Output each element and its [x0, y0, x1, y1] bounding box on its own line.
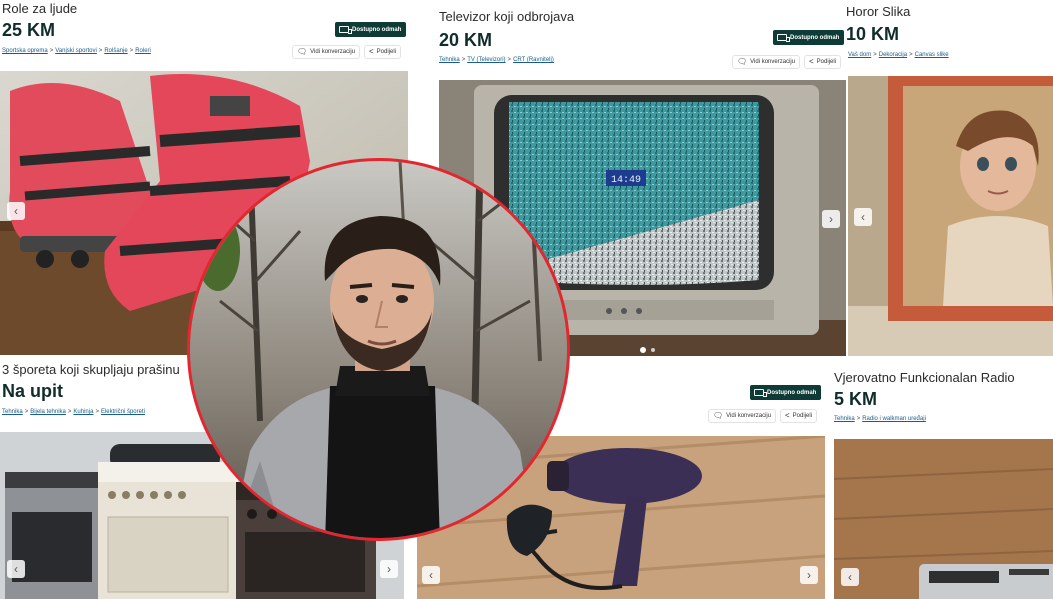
availability-badge: Dostupno odmah — [750, 385, 822, 400]
tv-screen-text: 14:49 — [611, 175, 641, 186]
listing-photo[interactable]: ‹ — [834, 439, 1053, 599]
listing-price: 20 KM — [439, 30, 493, 50]
breadcrumb: Tehnika > Radio i walkman uređaji — [834, 416, 926, 422]
chevron-left-icon[interactable]: ‹ — [841, 568, 859, 586]
view-conversation-button[interactable]: 🗨 Vidi konverzaciju — [708, 409, 777, 423]
portrait-photo — [187, 158, 570, 541]
breadcrumb: Sportska oprema > Vanjski sportovi > Rolšanj… — [2, 48, 151, 54]
breadcrumb-item[interactable]: Rolšanje — [104, 48, 127, 54]
breadcrumb-item[interactable]: Bijela tehnika — [30, 409, 66, 415]
listing-price: 5 KM — [834, 389, 878, 409]
listing-title[interactable]: 3 šporeta koji skupljaju prašinu — [2, 362, 180, 377]
share-icon: < — [785, 411, 790, 420]
chevron-left-icon[interactable]: ‹ — [422, 566, 440, 584]
truck-icon — [339, 26, 352, 34]
truck-icon — [777, 34, 790, 42]
share-button[interactable]: < Podijeli — [804, 55, 842, 69]
chevron-right-icon[interactable]: › — [822, 210, 840, 228]
breadcrumb-item[interactable]: Dekoracija — [879, 52, 907, 58]
breadcrumb-item[interactable]: Električni šporeti — [101, 409, 145, 415]
breadcrumb: Vaš dom > Dekoracija > Canvas slike — [848, 52, 949, 58]
breadcrumb-item[interactable]: Radio i walkman uređaji — [862, 416, 926, 422]
breadcrumb-item[interactable]: Vaš dom — [848, 52, 871, 58]
listing-price: 10 KM — [846, 24, 900, 44]
availability-badge: Dostupno odmah — [773, 30, 845, 45]
breadcrumb-item[interactable]: Tehnika — [2, 409, 23, 415]
breadcrumb-item[interactable]: Vanjski sportovi — [55, 48, 97, 54]
view-conversation-button[interactable]: 🗨 Vidi konverzaciju — [292, 45, 361, 59]
listing-card-radio[interactable]: Vjerovatno Funkcionalan Radio 5 KM Tehni… — [826, 356, 1053, 599]
breadcrumb: Tehnika > TV (Televizori) > CRT (Ravnitelj) — [439, 57, 554, 63]
chevron-right-icon[interactable]: › — [800, 566, 818, 584]
breadcrumb-item[interactable]: Canvas slike — [915, 52, 949, 58]
listing-title[interactable]: Vjerovatno Funkcionalan Radio — [834, 370, 1015, 385]
breadcrumb: Tehnika > Bijela tehnika > Kuhinja > Električn… — [2, 409, 145, 415]
availability-badge: Dostupno odmah — [335, 22, 407, 37]
view-conversation-button[interactable]: 🗨 Vidi konverzaciju — [732, 55, 801, 69]
breadcrumb-item[interactable]: Sportska oprema — [2, 48, 48, 54]
chevron-left-icon[interactable]: ‹ — [7, 560, 25, 578]
chevron-left-icon[interactable]: ‹ — [854, 208, 872, 226]
truck-icon — [754, 389, 767, 397]
share-button[interactable]: < Podijeli — [780, 409, 818, 423]
share-button[interactable]: < Podijeli — [364, 45, 402, 59]
chevron-left-icon[interactable]: ‹ — [7, 202, 25, 220]
breadcrumb-item[interactable]: TV (Televizori) — [467, 57, 505, 63]
breadcrumb-item[interactable]: Kuhinja — [73, 409, 93, 415]
share-icon: < — [369, 47, 374, 56]
breadcrumb-item[interactable]: Tehnika — [834, 416, 855, 422]
listing-title[interactable]: Horor Slika — [846, 4, 910, 19]
share-icon: < — [809, 57, 814, 66]
listing-price: Na upit — [2, 381, 63, 401]
breadcrumb-item[interactable]: CRT (Ravnitelj) — [513, 57, 554, 63]
chat-bubble-icon: 🗨 — [297, 47, 308, 56]
chevron-right-icon[interactable]: › — [380, 560, 398, 578]
chat-bubble-icon: 🗨 — [737, 57, 748, 66]
listing-price: 25 KM — [2, 20, 56, 40]
listing-title[interactable]: Role za ljude — [2, 1, 77, 16]
listing-photo[interactable]: ‹ — [848, 76, 1053, 356]
listing-card-horor[interactable]: Horor Slika 10 KM Vaš dom > Dekoracija > Can… — [846, 0, 1053, 356]
chat-bubble-icon: 🗨 — [713, 411, 724, 420]
breadcrumb-item[interactable]: Roleri — [135, 48, 151, 54]
listing-title[interactable]: Televizor koji odbrojava — [439, 9, 574, 24]
breadcrumb-item[interactable]: Tehnika — [439, 57, 460, 63]
